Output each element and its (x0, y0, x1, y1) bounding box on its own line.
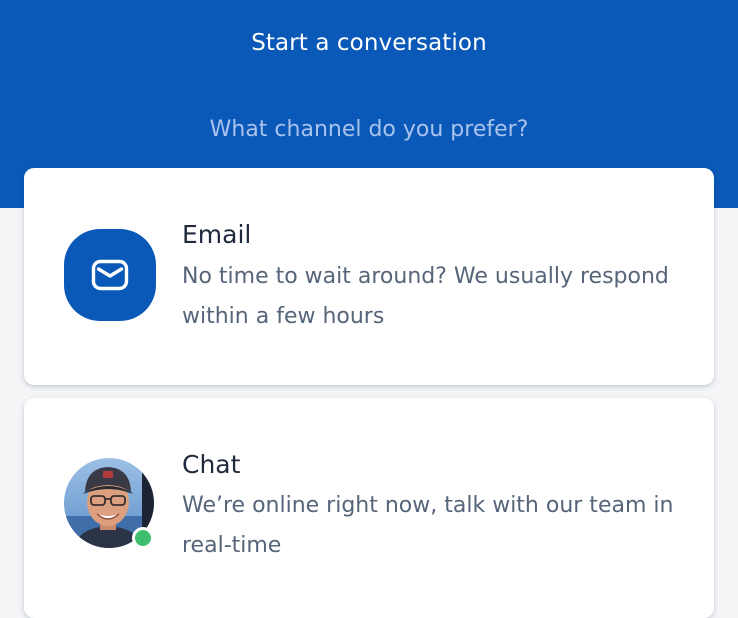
email-description: No time to wait around? We usually respo… (182, 264, 669, 329)
online-status-indicator (132, 527, 154, 549)
chat-description: We’re online right now, talk with our te… (182, 493, 674, 558)
chat-title: Chat (182, 450, 241, 479)
email-icon-badge (64, 229, 156, 321)
page-subtitle: What channel do you prefer? (209, 117, 529, 142)
envelope-icon (91, 259, 129, 291)
chat-channel-card[interactable]: Chat We’re online right now, talk with o… (24, 398, 714, 618)
agent-avatar-wrap (64, 458, 154, 549)
email-title: Email (182, 220, 252, 249)
page-title: Start a conversation (251, 30, 487, 56)
email-channel-card[interactable]: Email No time to wait around? We usually… (24, 168, 714, 385)
